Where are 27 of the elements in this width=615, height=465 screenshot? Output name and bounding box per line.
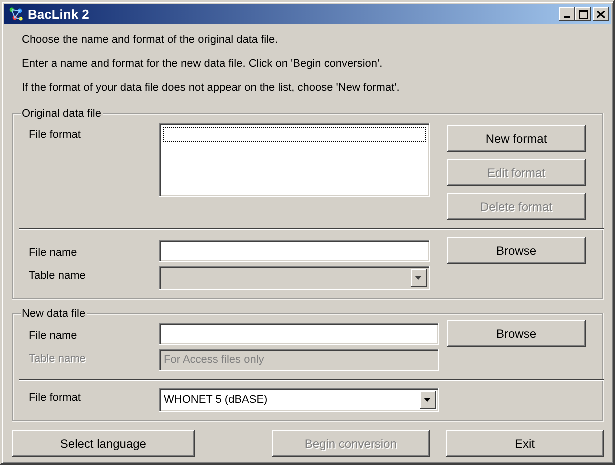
dropdown-field[interactable]: WHONET 5 (dBASE) [159,388,439,412]
file-name-field[interactable] [159,322,439,344]
instruction-text: Enter a name and format for the new data file. Click on 'Begin conversion'. [22,58,383,70]
format-list[interactable] [159,123,430,197]
maximize-button[interactable] [575,7,591,21]
close-button[interactable] [593,7,609,21]
field-label: File format [29,392,81,404]
field-label: File format [29,129,81,141]
maximize-icon [578,10,588,18]
field-label: File name [29,330,78,342]
minimize-button[interactable] [559,7,575,21]
action-button[interactable]: Exit [446,430,604,457]
action-button[interactable]: Browse [447,237,586,264]
action-button[interactable]: Browse [447,320,586,347]
action-button[interactable]: New format [447,125,586,152]
instruction-text: Choose the name and format of the original data file. [22,34,278,46]
instruction-text: If the format of your data file does not appear on the list, choose 'New format'. [22,82,400,94]
file-name-field[interactable] [159,240,430,262]
field-label: Table name [29,270,86,282]
group-title: Original data file [21,108,102,120]
close-icon [597,10,605,18]
field-label: Table name [29,353,86,365]
window-title: BacLink 2 [28,6,90,22]
action-button[interactable]: Select language [12,430,195,457]
field-label: File name [29,246,78,258]
network-icon [8,6,24,22]
group-title: New data file [21,308,87,320]
